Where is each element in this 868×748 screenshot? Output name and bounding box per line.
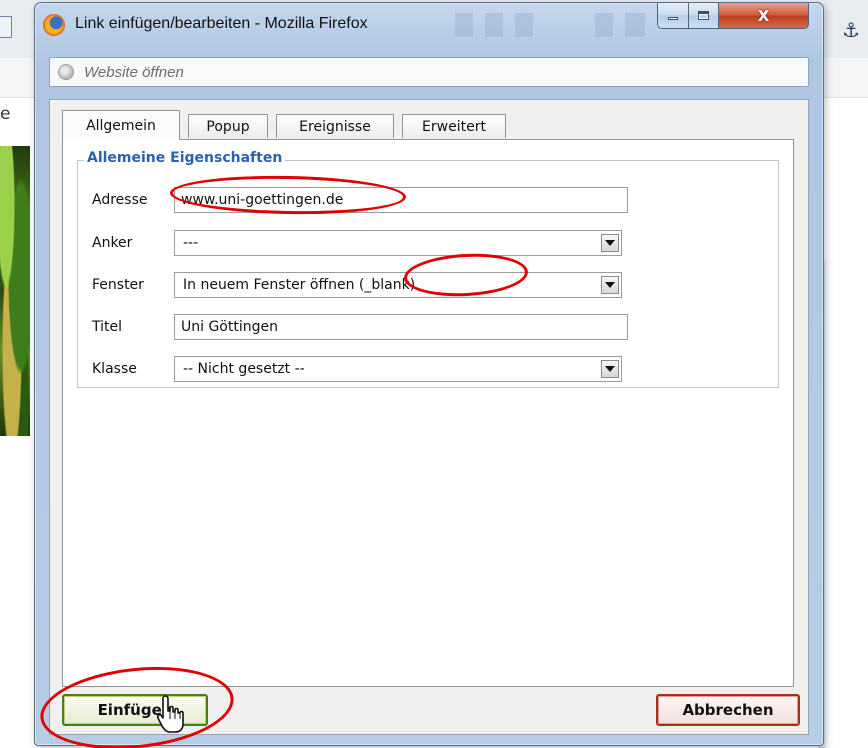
klasse-select[interactable]: -- Nicht gesetzt --: [174, 356, 622, 382]
anker-label: Anker: [92, 235, 133, 251]
tab-erweitert[interactable]: Erweitert: [402, 114, 506, 138]
tab-popup[interactable]: Popup: [188, 114, 268, 138]
adresse-label: Adresse: [92, 192, 148, 208]
insert-button[interactable]: Einfügen: [62, 694, 208, 726]
titel-label: Titel: [92, 319, 123, 335]
url-bar[interactable]: Website öffnen: [49, 57, 809, 87]
maximize-button[interactable]: [689, 3, 719, 29]
close-button[interactable]: X: [719, 3, 809, 29]
tab-panel: Allemeine Eigenschaften Adresse www.uni-…: [62, 139, 794, 687]
anker-select[interactable]: ---: [174, 230, 622, 256]
blurred-toolbar: [455, 13, 645, 37]
chevron-down-icon[interactable]: [601, 276, 619, 294]
background-edge-icon: [0, 16, 12, 38]
cancel-button[interactable]: Abbrechen: [656, 694, 800, 726]
popup-window: Link einfügen/bearbeiten - Mozilla Firef…: [34, 2, 824, 746]
globe-icon: [58, 64, 74, 80]
link-dialog: Allgemein Popup Ereignisse Erweitert All…: [49, 99, 809, 735]
section-legend: Allemeine Eigenschaften: [84, 150, 286, 166]
title-bar[interactable]: Link einfügen/bearbeiten - Mozilla Firef…: [35, 3, 823, 47]
fenster-value: In neuem Fenster öffnen (_blank): [183, 277, 416, 293]
anker-value: ---: [183, 235, 199, 251]
fenster-label: Fenster: [92, 277, 144, 293]
klasse-label: Klasse: [92, 361, 137, 377]
minimize-icon: [668, 17, 678, 20]
titel-input[interactable]: Uni Göttingen: [174, 314, 628, 340]
properties-fieldset: Allemeine Eigenschaften Adresse www.uni-…: [77, 150, 779, 388]
window-title: Link einfügen/bearbeiten - Mozilla Firef…: [75, 15, 368, 32]
close-icon: X: [757, 6, 770, 25]
fenster-select[interactable]: In neuem Fenster öffnen (_blank): [174, 272, 622, 298]
background-letter: e: [0, 104, 11, 124]
tab-allgemein[interactable]: Allgemein: [62, 110, 180, 140]
klasse-value: -- Nicht gesetzt --: [183, 361, 305, 377]
chevron-down-icon[interactable]: [601, 234, 619, 252]
background-photo: [0, 146, 30, 436]
minimize-button[interactable]: [657, 3, 689, 29]
tab-ereignisse[interactable]: Ereignisse: [276, 114, 394, 138]
window-controls: X: [657, 3, 809, 29]
hand-pointer-icon: [156, 695, 184, 733]
maximize-icon: [698, 11, 709, 20]
adresse-input[interactable]: www.uni-goettingen.de: [174, 187, 628, 213]
chevron-down-icon[interactable]: [601, 360, 619, 378]
firefox-icon: [43, 14, 65, 36]
anchor-icon[interactable]: ⚓: [842, 18, 860, 42]
url-text: Website öffnen: [84, 64, 184, 81]
background-right-area: [826, 98, 868, 748]
